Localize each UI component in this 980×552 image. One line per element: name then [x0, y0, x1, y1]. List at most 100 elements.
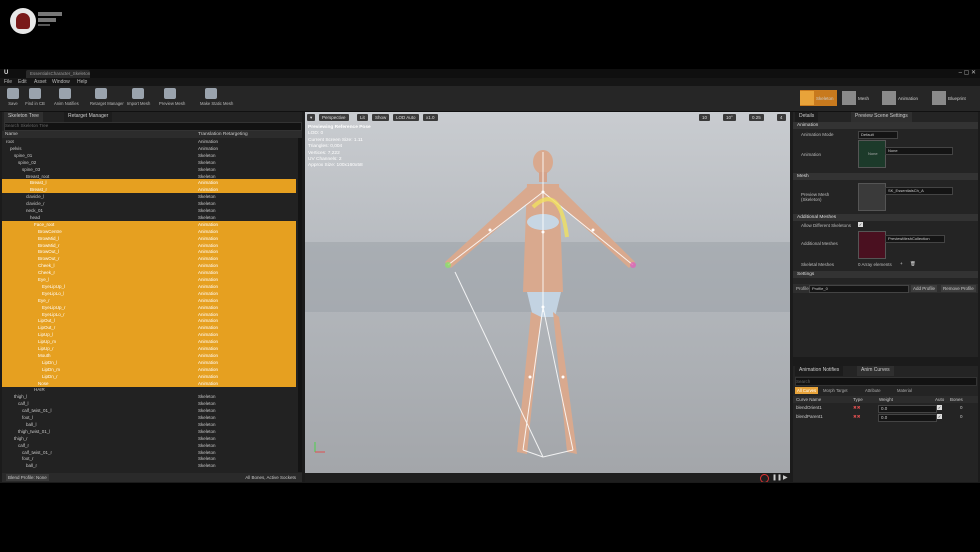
record-icon[interactable] [760, 474, 769, 482]
menu-edit[interactable]: Edit [18, 79, 27, 85]
animation-mode-dropdown[interactable]: Default [858, 131, 898, 139]
animation-asset-dropdown[interactable]: None [885, 147, 953, 155]
preview-mesh-dropdown[interactable]: SK_EssentialsCh_A [885, 187, 953, 195]
filter-morph-target[interactable]: Morph Target [823, 387, 848, 394]
notify-icon [59, 88, 71, 99]
make-static-mesh-button[interactable]: Make Static Mesh [200, 88, 233, 110]
tree-scrollbar[interactable] [298, 138, 302, 472]
section-additional-meshes[interactable]: Additional Meshes [793, 214, 978, 221]
scene-render [305, 112, 790, 473]
blueprint-mode-icon [932, 91, 946, 105]
col-name-header: Name [5, 132, 18, 137]
allow-different-skeletons-label: Allow Different Skeletons [801, 223, 851, 228]
curve-weight-field[interactable]: 0.0 [878, 414, 937, 422]
tab-skeleton-tree[interactable]: Skeleton Tree [4, 112, 43, 122]
animation-mode-icon [882, 91, 896, 105]
blueprint-mode-button[interactable]: Blueprint [932, 90, 966, 106]
editor-window: U EssentialsCharacter_Skeleton ‒ ▢ ✕ Fil… [0, 69, 980, 483]
tree-header: Name Translation Retargeting [2, 131, 302, 138]
find-in-cb-button[interactable]: Find in CB [24, 88, 46, 110]
retarget-manager-button[interactable]: Retarget Manager [90, 88, 124, 110]
add-element-icon[interactable]: + [900, 261, 903, 266]
viewport-menu-button[interactable]: ▾ [307, 114, 316, 121]
mesh-mode-icon [842, 91, 856, 105]
camera-speed-button[interactable]: 4 [777, 114, 786, 121]
unreal-logo-icon: U [4, 70, 9, 76]
curve-row[interactable]: blendOrient1 ✖✖ 0.0 ✓ 0 [793, 404, 978, 413]
tab-details[interactable]: Details [795, 112, 819, 122]
show-button[interactable]: Show [372, 114, 390, 121]
additional-meshes-label: Additional Meshes [801, 241, 838, 246]
asset-tab[interactable]: EssentialsCharacter_Skeleton [26, 70, 90, 78]
tab-preview-scene-settings[interactable]: Preview Scene Settings [851, 112, 912, 122]
playback-speed-button[interactable]: x1.0 [423, 114, 438, 121]
menu-help[interactable]: Help [77, 79, 87, 85]
profile-dropdown[interactable]: Profile_0 [809, 285, 909, 293]
allow-different-skeletons-checkbox[interactable]: ✓ [858, 222, 863, 227]
skeleton-mode-button[interactable]: Skeleton [800, 90, 837, 106]
channel-watermark [38, 12, 62, 26]
perspective-button[interactable]: Perspective [319, 114, 349, 121]
grid-snap-button[interactable]: 10 [699, 114, 711, 121]
filter-all-curves[interactable]: All Curves [795, 387, 819, 394]
anim-curves-panel: Animation Notifies Anim Curves Search Al… [793, 366, 978, 482]
mesh-icon [164, 88, 176, 99]
menu-file[interactable]: File [4, 79, 12, 85]
curve-auto-checkbox[interactable]: ✓ [937, 414, 942, 419]
curve-auto-checkbox[interactable]: ✓ [937, 405, 942, 410]
scale-snap-button[interactable]: 0.25 [749, 114, 764, 121]
curve-row[interactable]: blendParent1 ✖✖ 0.0 ✓ 0 [793, 413, 978, 422]
window-controls[interactable]: ‒ ▢ ✕ [959, 69, 976, 76]
curves-search-input[interactable]: Search [795, 377, 977, 386]
retarget-mode-dropdown[interactable]: Skeleton [198, 462, 216, 469]
mesh-mode-button[interactable]: Mesh [842, 90, 869, 106]
menu-asset[interactable]: Asset [34, 79, 47, 85]
skeletal-meshes-count: 0 Array elements [858, 262, 892, 267]
animation-mode-button[interactable]: Animation [882, 90, 918, 106]
viewport[interactable]: ▾ Perspective Lit Show LOD Auto x1.0 10 … [305, 112, 790, 482]
blend-profile-dropdown[interactable]: Blend Profile: None [6, 474, 49, 481]
bone-name: ball_r [26, 463, 38, 469]
additional-meshes-dropdown[interactable]: PreviewMeshCollection [885, 235, 945, 243]
section-mesh[interactable]: Mesh [793, 173, 978, 180]
profile-label: Profile [796, 286, 809, 291]
anim-notifies-button[interactable]: Anim Notifies [54, 88, 79, 110]
tab-retarget-manager[interactable]: Retarget Manager [64, 112, 113, 122]
lod-button[interactable]: LOD Auto [393, 114, 419, 121]
delete-all-icon[interactable]: 🗑 [910, 261, 916, 267]
profile-row: Profile Profile_0 Add Profile Remove Pro… [793, 284, 978, 293]
rotation-snap-button[interactable]: 10° [723, 114, 736, 121]
curve-weight-field[interactable]: 0.0 [878, 405, 937, 413]
import-icon [132, 88, 144, 99]
search-icon [29, 88, 41, 99]
toolbar: Save Find in CB Anim Notifies Retarget M… [0, 86, 980, 112]
section-animation[interactable]: Animation [793, 122, 978, 129]
title-bar: U EssentialsCharacter_Skeleton ‒ ▢ ✕ [0, 69, 980, 78]
retarget-icon [95, 88, 107, 99]
skeleton-search-input[interactable]: Search Skeleton Tree [4, 122, 302, 131]
tab-animation-notifies[interactable]: Animation Notifies [795, 366, 844, 376]
skeletal-meshes-label: Skeletal Meshes [801, 262, 835, 267]
play-icon[interactable]: ▶ [783, 474, 788, 481]
animation-mode-label: Animation Mode [801, 132, 834, 137]
details-panel: Details Preview Scene Settings Animation… [793, 112, 978, 357]
import-mesh-button[interactable]: Import Mesh [127, 88, 150, 110]
curve-type-icon: ✖✖ [853, 414, 861, 419]
add-profile-button[interactable]: Add Profile [911, 285, 938, 292]
menu-window[interactable]: Window [52, 79, 70, 85]
curve-type-icon: ✖✖ [853, 405, 861, 410]
bone-filter-dropdown[interactable]: All Bones, Active Sockets [245, 473, 296, 482]
filter-material[interactable]: Material [897, 387, 912, 394]
bone-row[interactable]: ball_r Skeleton [2, 462, 296, 469]
save-button[interactable]: Save [2, 88, 24, 110]
preview-mesh-label: Preview Mesh (Skeleton) [801, 192, 830, 202]
pause-icon[interactable]: ❚❚ [772, 474, 782, 481]
section-settings[interactable]: Settings [793, 271, 978, 278]
lit-button[interactable]: Lit [357, 114, 368, 121]
remove-profile-button[interactable]: Remove Profile [941, 285, 976, 292]
filter-attribute[interactable]: Attribute [865, 387, 881, 394]
tree-footer: Blend Profile: None All Bones, Active So… [2, 473, 302, 482]
preview-mesh-button[interactable]: Preview Mesh [159, 88, 185, 110]
tab-anim-curves[interactable]: Anim Curves [857, 366, 894, 376]
preview-mesh-thumbnail [858, 183, 886, 211]
